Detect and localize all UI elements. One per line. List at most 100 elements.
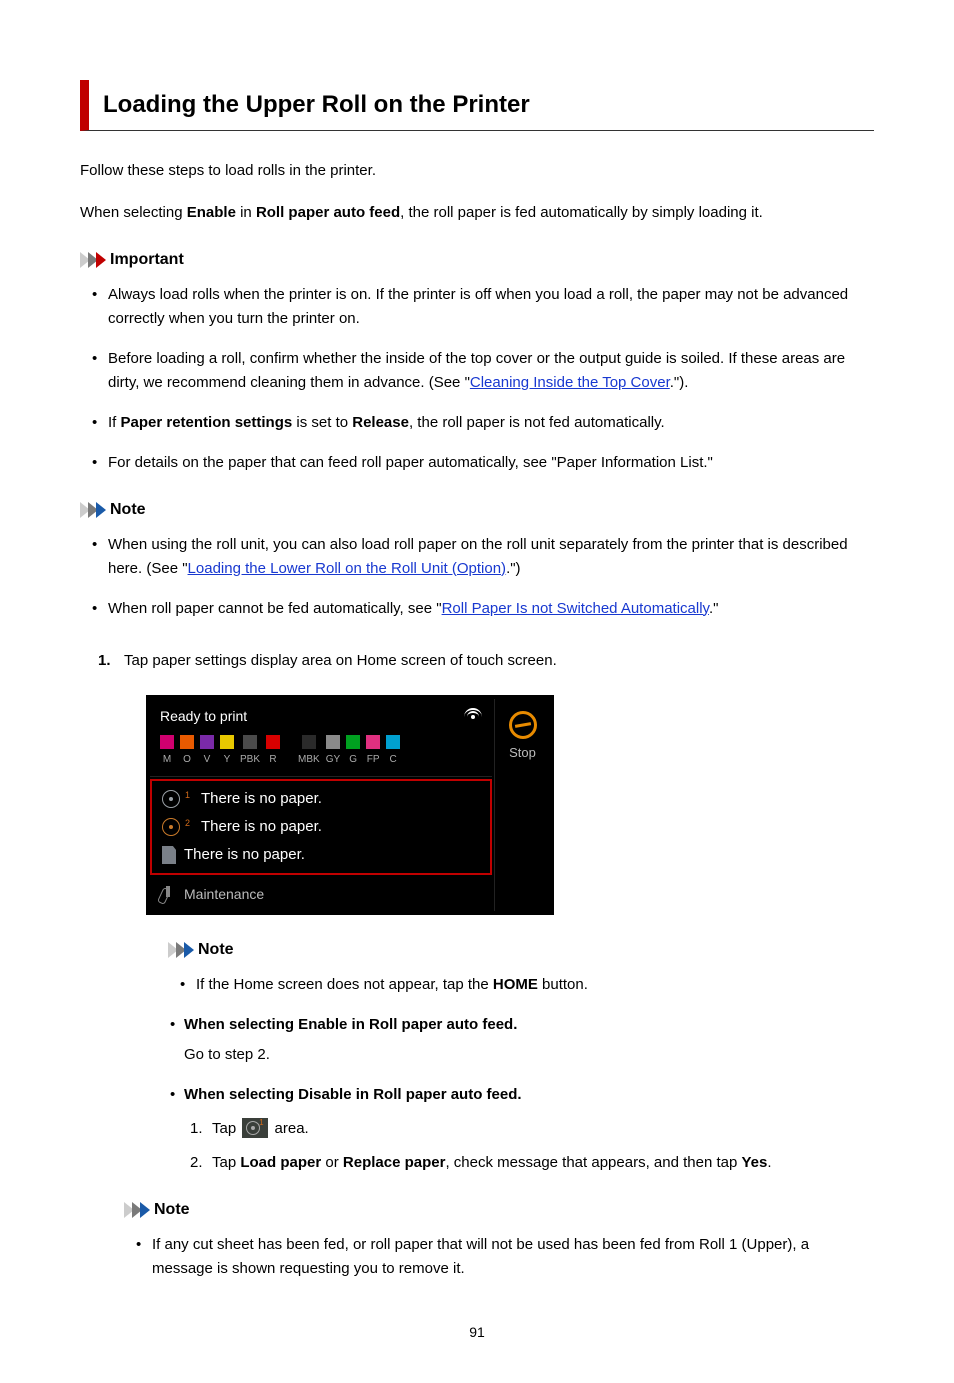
bold-yes: Yes	[741, 1154, 767, 1171]
text: ."	[709, 600, 719, 617]
note-callout-1: Note When using the roll unit, you can a…	[80, 497, 874, 621]
text: If	[108, 414, 121, 431]
note-header: Note	[124, 1197, 874, 1223]
case-enable: When selecting Enable in Roll paper auto…	[184, 1013, 874, 1067]
ink-label: FP	[367, 752, 380, 768]
ink-m: M	[160, 735, 174, 768]
text: Tap	[212, 1154, 240, 1171]
ink-label: R	[269, 752, 276, 768]
maintenance-icon	[160, 886, 176, 902]
ink-swatch	[346, 735, 360, 749]
case-list: When selecting Enable in Roll paper auto…	[168, 1013, 874, 1175]
ink-mbk: MBK	[298, 735, 320, 768]
note-label: Note	[154, 1197, 190, 1223]
ink-swatch	[386, 735, 400, 749]
screen-roll1-row: 1 There is no paper.	[162, 787, 480, 811]
important-item-2: Before loading a roll, confirm whether t…	[108, 347, 874, 395]
bold-replace-paper: Replace paper	[343, 1154, 446, 1171]
touch-screen-screenshot: Ready to print MOVYPBKR MBKGYGFPC 1 Ther…	[146, 695, 554, 916]
roll1-badge-icon: 1	[242, 1118, 268, 1138]
roll2-status: There is no paper.	[201, 815, 322, 839]
page-title-bar: Loading the Upper Roll on the Printer	[80, 80, 874, 131]
ink-label: V	[204, 752, 211, 768]
link-roll-not-switched[interactable]: Roll Paper Is not Switched Automatically	[442, 600, 709, 617]
important-header: Important	[80, 247, 874, 273]
link-cleaning-top-cover[interactable]: Cleaning Inside the Top Cover	[470, 374, 670, 391]
text: If the Home screen does not appear, tap …	[196, 976, 493, 993]
step-number: 1.	[98, 649, 111, 673]
ink-group-2: MBK GY G FP C	[298, 735, 400, 768]
screen-maintenance-row: Maintenance	[150, 877, 492, 911]
case-disable-step-2: 2. Tap Load paper or Replace paper, chec…	[212, 1151, 874, 1175]
ink-swatch	[180, 735, 194, 749]
bold-paper-retention: Paper retention settings	[121, 414, 293, 431]
chevrons-icon	[80, 502, 104, 518]
ink-pbk: PBK	[240, 735, 260, 768]
note1-item-1: When using the roll unit, you can also l…	[108, 533, 874, 581]
case-disable-steps: 1. Tap 1 area. 2. Tap Load paper or Repl…	[184, 1117, 874, 1175]
ink-label: G	[349, 752, 357, 768]
case-enable-heading: When selecting Enable in Roll paper auto…	[184, 1016, 517, 1033]
text: .").	[670, 374, 689, 391]
important-callout: Important Always load rolls when the pri…	[80, 247, 874, 475]
note2-item-1: If the Home screen does not appear, tap …	[196, 973, 874, 997]
ink-group-1: MOVYPBKR	[160, 735, 280, 768]
chevrons-icon	[168, 942, 192, 958]
case-disable-step-1: 1. Tap 1 area.	[212, 1117, 874, 1141]
screen-status-bar: Ready to print	[150, 699, 492, 729]
maintenance-label: Maintenance	[184, 883, 264, 905]
ink-fp: FP	[366, 735, 380, 768]
note-callout-3: Note If any cut sheet has been fed, or r…	[124, 1197, 874, 1281]
note-callout-2: Note If the Home screen does not appear,…	[168, 937, 874, 997]
important-item-3: If Paper retention settings is set to Re…	[108, 411, 874, 435]
sheet-status: There is no paper.	[184, 843, 305, 867]
text: area.	[270, 1120, 308, 1137]
ink-label: PBK	[240, 752, 260, 768]
ink-label: GY	[326, 752, 340, 768]
screen-paper-settings-area[interactable]: 1 There is no paper. 2 There is no paper…	[150, 779, 492, 875]
text: is set to	[292, 414, 352, 431]
case-disable-heading: When selecting Disable in Roll paper aut…	[184, 1086, 522, 1103]
ink-g: G	[346, 735, 360, 768]
note-header: Note	[168, 937, 874, 963]
bold-release: Release	[352, 414, 409, 431]
substep-number: 1.	[190, 1117, 203, 1141]
intro-paragraph-1: Follow these steps to load rolls in the …	[80, 159, 874, 183]
ink-label: C	[390, 752, 397, 768]
link-loading-lower-roll[interactable]: Loading the Lower Roll on the Roll Unit …	[188, 560, 507, 577]
ink-swatch	[200, 735, 214, 749]
wifi-icon	[464, 705, 482, 719]
text: , check message that appears, and then t…	[445, 1154, 741, 1171]
note-header: Note	[80, 497, 874, 523]
stop-label: Stop	[509, 743, 536, 764]
text: , the roll paper is fed automatically by…	[400, 204, 763, 221]
note-label: Note	[198, 937, 234, 963]
ink-v: V	[200, 735, 214, 768]
text: or	[321, 1154, 343, 1171]
ink-swatch	[160, 735, 174, 749]
roll1-icon	[162, 790, 180, 808]
ink-swatch	[220, 735, 234, 749]
text: , the roll paper is not fed automaticall…	[409, 414, 665, 431]
text: .")	[506, 560, 521, 577]
screen-sheet-row: There is no paper.	[162, 843, 480, 867]
page-number: 91	[80, 1321, 874, 1343]
ink-swatch	[302, 735, 316, 749]
note-list-2: If the Home screen does not appear, tap …	[168, 973, 874, 997]
step-1: 1. Tap paper settings display area on Ho…	[98, 649, 874, 1281]
ink-swatch	[243, 735, 257, 749]
screen-stop-button[interactable]: Stop	[494, 699, 550, 912]
bold-load-paper: Load paper	[240, 1154, 321, 1171]
ink-r: R	[266, 735, 280, 768]
case-enable-body: Go to step 2.	[184, 1043, 874, 1067]
ink-swatch	[266, 735, 280, 749]
note-list-1: When using the roll unit, you can also l…	[80, 533, 874, 621]
note-label: Note	[110, 497, 146, 523]
ink-label: O	[183, 752, 191, 768]
roll1-status: There is no paper.	[201, 787, 322, 811]
text: in	[236, 204, 256, 221]
screen-roll2-row: 2 There is no paper.	[162, 815, 480, 839]
note-list-3: If any cut sheet has been fed, or roll p…	[124, 1233, 874, 1281]
bold-enable: Enable	[187, 204, 236, 221]
important-list: Always load rolls when the printer is on…	[80, 283, 874, 475]
